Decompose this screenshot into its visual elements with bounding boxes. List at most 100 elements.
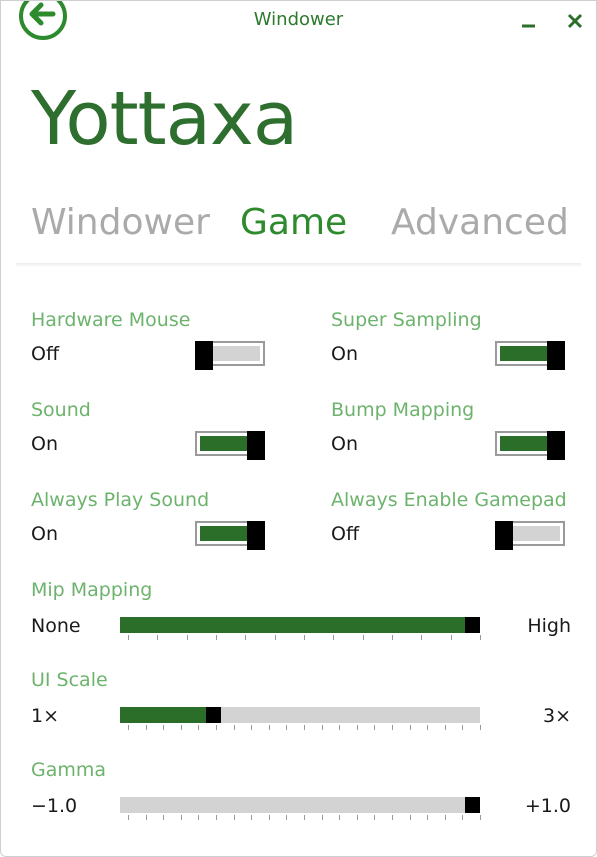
always-enable-gamepad-toggle[interactable] bbox=[495, 521, 565, 550]
slider-tick bbox=[269, 725, 270, 730]
slider-tick bbox=[251, 725, 252, 730]
toggle-thumb[interactable] bbox=[195, 341, 213, 370]
slider-thumb[interactable] bbox=[465, 797, 480, 813]
slider-tick bbox=[157, 635, 158, 640]
minimize-button[interactable] bbox=[517, 9, 541, 33]
tabs-divider bbox=[16, 263, 581, 267]
title-bar: Windower bbox=[1, 1, 596, 41]
gamma-slider[interactable] bbox=[120, 797, 480, 813]
slider-min-label: −1.0 bbox=[31, 795, 78, 817]
slider-tick bbox=[146, 725, 147, 730]
slider-tick bbox=[216, 635, 217, 640]
slider-tick bbox=[163, 725, 164, 730]
slider-min-label: None bbox=[31, 615, 81, 637]
setting-label: Always Enable Gamepad bbox=[331, 489, 567, 511]
slider-tick bbox=[304, 635, 305, 640]
slider-tick bbox=[322, 815, 323, 820]
slider-tick bbox=[198, 815, 199, 820]
slider-tick bbox=[333, 635, 334, 640]
hardware-mouse-toggle[interactable] bbox=[195, 341, 265, 370]
toggle-thumb[interactable] bbox=[547, 431, 565, 460]
slider-tick bbox=[216, 815, 217, 820]
slider-thumb[interactable] bbox=[206, 707, 221, 723]
toggle-thumb[interactable] bbox=[547, 341, 565, 370]
minimize-icon bbox=[522, 24, 535, 28]
slider-tick bbox=[410, 725, 411, 730]
slider-tick bbox=[146, 815, 147, 820]
toggle-thumb[interactable] bbox=[247, 431, 265, 460]
setting-mip-mapping: Mip Mapping None High bbox=[31, 577, 571, 647]
slider-max-label: +1.0 bbox=[524, 795, 571, 817]
setting-label: Super Sampling bbox=[331, 309, 482, 331]
slider-tick bbox=[181, 725, 182, 730]
slider-tick bbox=[427, 725, 428, 730]
setting-gamma: Gamma −1.0 +1.0 bbox=[31, 757, 571, 827]
close-icon bbox=[567, 13, 583, 29]
slider-tick bbox=[275, 635, 276, 640]
tab-game[interactable]: Game bbox=[240, 199, 347, 247]
slider-label: UI Scale bbox=[31, 669, 108, 691]
slider-tick bbox=[363, 635, 364, 640]
slider-tick bbox=[445, 725, 446, 730]
slider-tick bbox=[462, 815, 463, 820]
bump-mapping-toggle[interactable] bbox=[495, 431, 565, 460]
ui-scale-slider[interactable] bbox=[120, 707, 480, 723]
slider-tick bbox=[480, 725, 481, 730]
setting-label: Always Play Sound bbox=[31, 489, 210, 511]
slider-tick bbox=[128, 635, 129, 640]
super-sampling-toggle[interactable] bbox=[495, 341, 565, 370]
slider-tick bbox=[269, 815, 270, 820]
slider-tick bbox=[462, 725, 463, 730]
slider-min-label: 1× bbox=[31, 705, 60, 727]
slider-tick bbox=[234, 725, 235, 730]
always-play-sound-toggle[interactable] bbox=[195, 521, 265, 550]
slider-tick bbox=[374, 725, 375, 730]
toggle-thumb[interactable] bbox=[247, 521, 265, 550]
tab-advanced[interactable]: Advanced bbox=[391, 199, 569, 247]
slider-fill bbox=[120, 707, 206, 723]
slider-thumb[interactable] bbox=[465, 617, 480, 633]
slider-tick bbox=[286, 815, 287, 820]
slider-tick bbox=[421, 635, 422, 640]
slider-tick bbox=[392, 635, 393, 640]
slider-ticks bbox=[120, 725, 481, 731]
setting-ui-scale: UI Scale 1× 3× bbox=[31, 667, 571, 737]
tab-windower[interactable]: Windower bbox=[31, 199, 210, 247]
window-title: Windower bbox=[253, 9, 344, 30]
sound-toggle[interactable] bbox=[195, 431, 265, 460]
slider-tick bbox=[392, 725, 393, 730]
slider-label: Mip Mapping bbox=[31, 579, 153, 601]
slider-tick bbox=[181, 815, 182, 820]
slider-tick bbox=[245, 635, 246, 640]
slider-max-label: 3× bbox=[542, 705, 571, 727]
slider-tick bbox=[392, 815, 393, 820]
app-window: Windower Yottaxa Windower Game Advanced … bbox=[0, 0, 597, 857]
slider-max-label: High bbox=[527, 615, 571, 637]
slider-tick bbox=[339, 815, 340, 820]
mip-mapping-slider[interactable] bbox=[120, 617, 480, 633]
slider-tick bbox=[234, 815, 235, 820]
close-button[interactable] bbox=[563, 9, 587, 33]
slider-fill bbox=[120, 617, 465, 633]
slider-tick bbox=[304, 725, 305, 730]
toggle-thumb[interactable] bbox=[495, 521, 513, 550]
slider-tick bbox=[187, 635, 188, 640]
slider-ticks bbox=[120, 635, 481, 641]
slider-tick bbox=[410, 815, 411, 820]
slider-tick bbox=[339, 725, 340, 730]
slider-tick bbox=[357, 815, 358, 820]
slider-tick bbox=[251, 815, 252, 820]
slider-tick bbox=[304, 815, 305, 820]
slider-tick bbox=[445, 815, 446, 820]
slider-tick bbox=[216, 725, 217, 730]
slider-tick bbox=[451, 635, 452, 640]
slider-tick bbox=[480, 635, 481, 640]
setting-label: Hardware Mouse bbox=[31, 309, 191, 331]
slider-tick bbox=[374, 815, 375, 820]
setting-label: Bump Mapping bbox=[331, 399, 475, 421]
slider-label: Gamma bbox=[31, 759, 107, 781]
setting-label: Sound bbox=[31, 399, 91, 421]
slider-tick bbox=[357, 725, 358, 730]
slider-tick bbox=[286, 725, 287, 730]
slider-tick bbox=[128, 815, 129, 820]
